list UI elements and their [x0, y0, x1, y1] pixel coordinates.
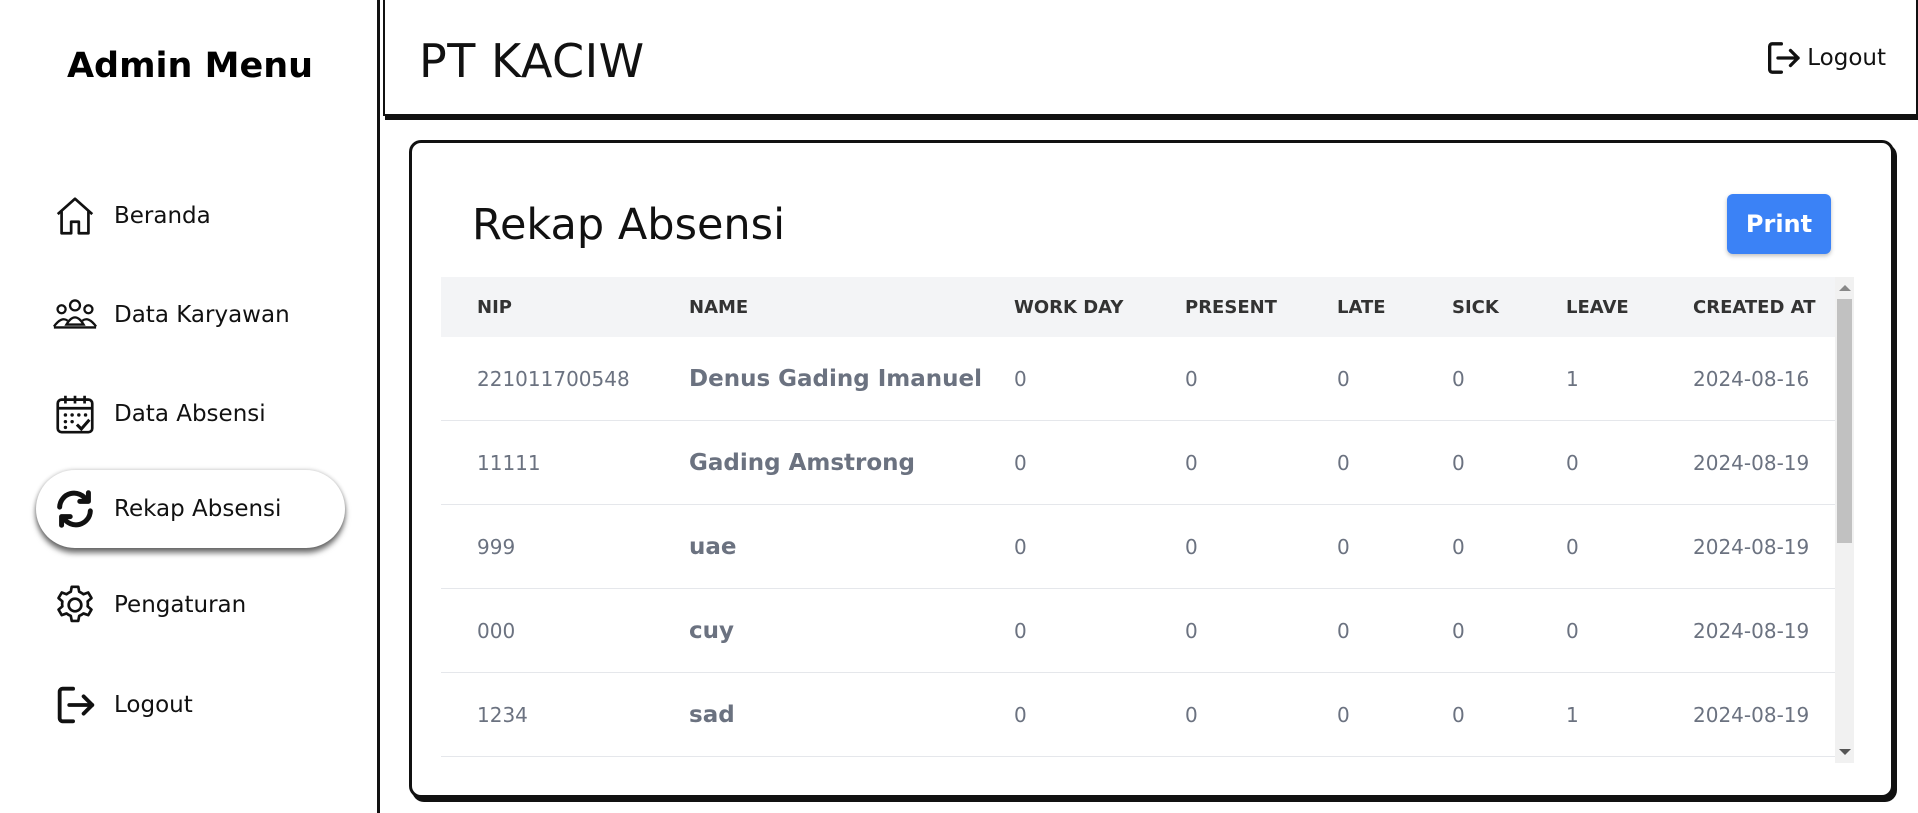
cell-created-at: 2024-08-19 — [1693, 702, 1810, 727]
sidebar-item-label: Rekap Absensi — [114, 496, 282, 522]
cell-late: 0 — [1337, 366, 1350, 391]
cell-created-at: 2024-08-16 — [1693, 366, 1810, 391]
cell-nip: 1234 — [477, 702, 528, 727]
table-row: 1234 sad 0 0 0 0 1 2024-08-19 — [441, 673, 1835, 757]
sidebar-title: Admin Menu — [66, 46, 314, 86]
company-name: PT KACIW — [419, 34, 645, 88]
cell-work-day: 0 — [1014, 450, 1027, 475]
cell-leave: 0 — [1566, 450, 1579, 475]
cell-name: cuy — [689, 617, 735, 644]
table-header: NIP NAME WORK DAY PRESENT LATE SICK LEAV… — [441, 277, 1835, 337]
cell-present: 0 — [1185, 534, 1198, 559]
cell-nip: 999 — [477, 534, 516, 559]
cell-name: Gading Amstrong — [689, 449, 916, 476]
cell-nip: 000 — [477, 618, 516, 643]
rekap-card: Rekap Absensi Print NIP NAME WORK DAY PR… — [409, 140, 1894, 798]
header-logout-button[interactable]: Logout — [1763, 38, 1886, 78]
cell-sick: 0 — [1452, 450, 1465, 475]
cell-work-day: 0 — [1014, 534, 1027, 559]
sidebar-item-rekap-absensi[interactable]: Rekap Absensi — [36, 470, 345, 548]
table-row: 221011700548 Denus Gading Imanuel 0 0 0 … — [441, 337, 1835, 421]
cell-late: 0 — [1337, 534, 1350, 559]
cell-work-day: 0 — [1014, 618, 1027, 643]
column-header-leave: LEAVE — [1566, 296, 1629, 318]
cell-sick: 0 — [1452, 366, 1465, 391]
cell-work-day: 0 — [1014, 702, 1027, 727]
logout-icon — [1768, 42, 1800, 74]
rekap-table: NIP NAME WORK DAY PRESENT LATE SICK LEAV… — [441, 277, 1854, 763]
sidebar-item-label: Pengaturan — [114, 592, 247, 618]
cell-leave: 0 — [1566, 618, 1579, 643]
sidebar-item-data-karyawan[interactable]: Data Karyawan — [36, 276, 345, 354]
sidebar-item-beranda[interactable]: Beranda — [36, 177, 345, 255]
column-header-name: NAME — [689, 296, 749, 318]
page-title: Rekap Absensi — [472, 200, 786, 250]
sidebar-item-label: Data Karyawan — [114, 302, 290, 328]
cell-sick: 0 — [1452, 702, 1465, 727]
refresh-icon — [51, 485, 99, 533]
users-icon — [51, 291, 99, 339]
cell-name: Denus Gading Imanuel — [689, 365, 983, 392]
sidebar-item-logout[interactable]: Logout — [36, 666, 345, 744]
table-scrollbar[interactable] — [1835, 277, 1854, 763]
cell-late: 0 — [1337, 702, 1350, 727]
cell-present: 0 — [1185, 450, 1198, 475]
column-header-present: PRESENT — [1185, 296, 1277, 318]
cell-name: sad — [689, 701, 735, 728]
calendar-icon — [51, 390, 99, 438]
cell-sick: 0 — [1452, 534, 1465, 559]
cell-present: 0 — [1185, 366, 1198, 391]
sidebar-item-label: Data Absensi — [114, 401, 266, 427]
cell-leave: 1 — [1566, 366, 1579, 391]
column-header-late: LATE — [1337, 296, 1386, 318]
sidebar-item-label: Logout — [114, 692, 193, 718]
cell-nip: 221011700548 — [477, 366, 630, 391]
header-logout-label: Logout — [1807, 45, 1886, 71]
cell-created-at: 2024-08-19 — [1693, 450, 1810, 475]
column-header-work-day: WORK DAY — [1014, 296, 1124, 318]
cell-leave: 0 — [1566, 534, 1579, 559]
cell-present: 0 — [1185, 702, 1198, 727]
cell-late: 0 — [1337, 618, 1350, 643]
top-header: PT KACIW Logout — [383, 0, 1918, 116]
scroll-down-arrow[interactable] — [1839, 749, 1851, 755]
scroll-up-arrow[interactable] — [1839, 285, 1851, 291]
cell-late: 0 — [1337, 450, 1350, 475]
table-row: 11111 Gading Amstrong 0 0 0 0 0 2024-08-… — [441, 421, 1835, 505]
cell-nip: 11111 — [477, 450, 541, 475]
sidebar: Admin Menu Beranda Data Karyawan Data Ab… — [0, 0, 380, 813]
column-header-created-at: CREATED AT — [1693, 296, 1816, 318]
table-row: 999 uae 0 0 0 0 0 2024-08-19 — [441, 505, 1835, 589]
cell-created-at: 2024-08-19 — [1693, 618, 1810, 643]
sidebar-item-data-absensi[interactable]: Data Absensi — [36, 375, 345, 453]
cell-work-day: 0 — [1014, 366, 1027, 391]
gear-icon — [51, 581, 99, 629]
home-icon — [51, 192, 99, 240]
cell-created-at: 2024-08-19 — [1693, 534, 1810, 559]
print-button[interactable]: Print — [1727, 194, 1831, 254]
cell-leave: 1 — [1566, 702, 1579, 727]
cell-sick: 0 — [1452, 618, 1465, 643]
logout-icon — [51, 681, 99, 729]
column-header-nip: NIP — [477, 296, 512, 318]
column-header-sick: SICK — [1452, 296, 1499, 318]
table-row: 000 cuy 0 0 0 0 0 2024-08-19 — [441, 589, 1835, 673]
cell-name: uae — [689, 533, 737, 560]
cell-present: 0 — [1185, 618, 1198, 643]
scroll-thumb[interactable] — [1837, 299, 1852, 543]
sidebar-item-pengaturan[interactable]: Pengaturan — [36, 566, 345, 644]
sidebar-item-label: Beranda — [114, 203, 211, 229]
